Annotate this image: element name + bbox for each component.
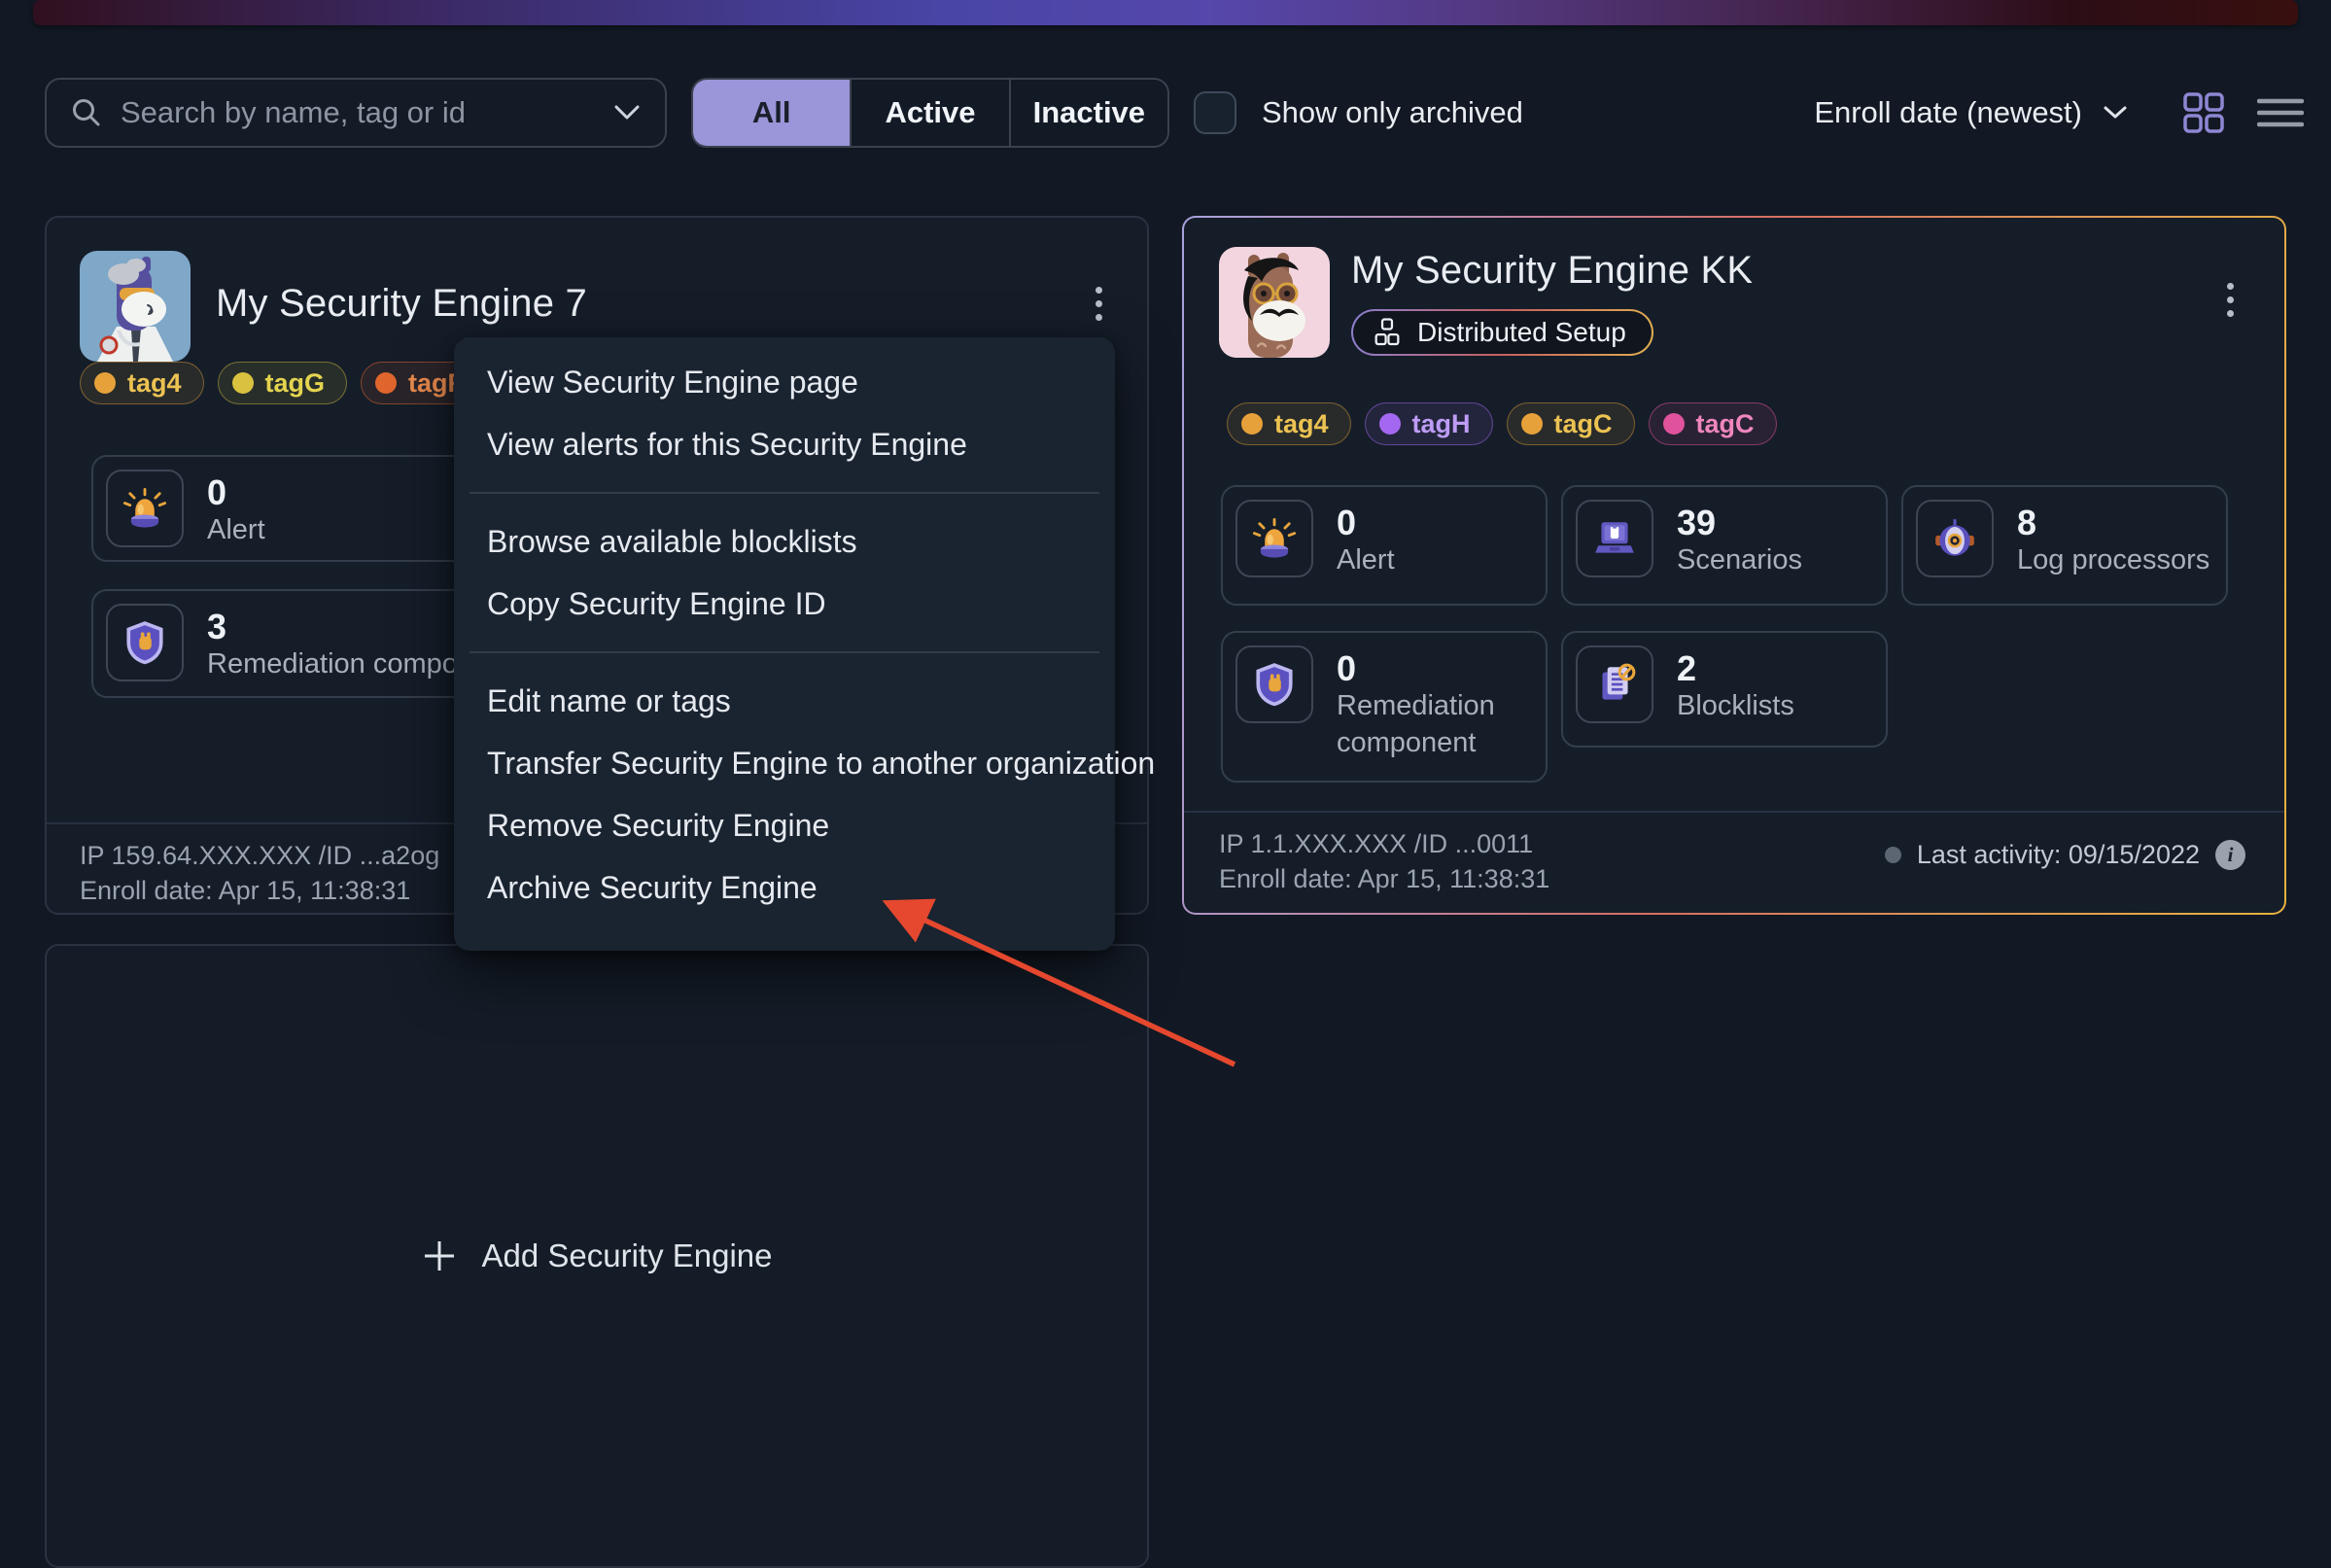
stat-value: 0 [207,472,265,512]
stat-value: 8 [2017,503,2209,542]
view-toggles [2181,78,2304,148]
engine-title: My Security Engine 7 [216,282,587,326]
menu-item-transfer-engine[interactable]: Transfer Security Engine to another orga… [454,732,1115,794]
engine-avatar [80,251,191,362]
engine-card-kk: My Security Engine KK Distributed Setup … [1182,216,2286,915]
chevron-down-icon[interactable] [612,103,642,122]
status-dot-icon [1885,847,1901,863]
info-icon[interactable]: i [2215,840,2245,870]
top-gradient-banner [33,0,2298,25]
stat-label: Blocklists [1677,688,1794,725]
menu-item-view-alerts[interactable]: View alerts for this Security Engine [454,413,1115,475]
tag-pill: tagC [1649,402,1777,445]
laptop-icon [1576,500,1653,577]
engine-menu-kebab-icon[interactable] [1077,276,1120,331]
siren-icon [106,470,184,547]
search-icon [70,96,103,129]
engine-context-menu: View Security Engine page View alerts fo… [454,337,1115,951]
tag-pill: tagH [1365,402,1493,445]
menu-item-view-engine-page[interactable]: View Security Engine page [454,351,1115,413]
plus-icon [421,1237,458,1274]
stat-label: Alert [1337,542,1395,579]
blocklist-doc-icon [1576,645,1653,723]
last-activity: Last activity: 09/15/2022 i [1885,840,2245,870]
show-archived-checkbox[interactable] [1194,91,1236,134]
stat-alerts: 0 Alert [1221,485,1548,606]
grid-view-icon[interactable] [2181,90,2226,135]
status-filter-tabs: All Active Inactive [691,78,1169,148]
enroll-date-line: Enroll date: Apr 15, 11:38:31 [1219,861,1549,896]
add-engine-button[interactable]: Add Security Engine [421,1237,772,1274]
enroll-date-line: Enroll date: Apr 15, 11:38:31 [80,873,439,908]
tag-row: tag4 tagG tagF [80,362,486,404]
siren-icon [1235,500,1313,577]
stat-blocklists: 2 Blocklists [1561,631,1888,748]
stat-label: Scenarios [1677,542,1802,579]
stat-value: 2 [1677,648,1794,688]
stat-label: Remediation component [1337,688,1521,761]
shield-icon [106,604,184,681]
card-footer-divider [1184,811,2284,813]
stat-value: 0 [1337,503,1395,542]
tab-active[interactable]: Active [852,80,1010,146]
engine-footer-info: IP 1.1.XXX.XXX /ID ...0011 Enroll date: … [1219,826,1549,896]
tag-pill: tag4 [80,362,204,404]
engine-menu-kebab-icon[interactable] [2209,272,2251,327]
stat-label: Log processors [2017,542,2209,579]
chevron-down-icon [2102,104,2129,122]
tag-pill: tag4 [1227,402,1351,445]
search-input[interactable] [121,95,595,130]
engine-title: My Security Engine KK [1351,249,1753,293]
tab-all[interactable]: All [693,80,852,146]
search-box[interactable] [45,78,667,148]
tag-pill: tagG [218,362,348,404]
stat-value: 0 [1337,648,1521,688]
sort-label: Enroll date (newest) [1814,95,2082,130]
tag-pill: tagC [1507,402,1635,445]
show-archived-label: Show only archived [1262,95,1523,130]
ip-id-line: IP 1.1.XXX.XXX /ID ...0011 [1219,826,1549,861]
shield-icon [1235,645,1313,723]
add-engine-label: Add Security Engine [481,1237,772,1274]
last-activity-label: Last activity: 09/15/2022 [1917,840,2200,870]
add-engine-card: Add Security Engine [45,944,1149,1568]
sort-dropdown[interactable]: Enroll date (newest) [1814,78,2129,148]
menu-item-archive-engine[interactable]: Archive Security Engine [454,856,1115,919]
ip-id-line: IP 159.64.XXX.XXX /ID ...a2og [80,838,439,873]
robot-icon [1916,500,1994,577]
cubes-icon [1371,316,1404,349]
menu-divider [470,492,1099,494]
tag-row: tag4 tagH tagC tagC [1227,402,1777,445]
engine-avatar [1219,247,1330,358]
stat-scenarios: 39 Scenarios [1561,485,1888,606]
stat-label: Alert [207,512,265,549]
stat-log-processors: 8 Log processors [1901,485,2228,606]
stat-value: 39 [1677,503,1802,542]
menu-item-copy-engine-id[interactable]: Copy Security Engine ID [454,573,1115,635]
show-archived-control: Show only archived [1194,78,1523,148]
badge-label: Distributed Setup [1417,317,1626,348]
engine-footer-info: IP 159.64.XXX.XXX /ID ...a2og Enroll dat… [80,838,439,908]
menu-item-browse-blocklists[interactable]: Browse available blocklists [454,510,1115,573]
stat-remediation: 0 Remediation component [1221,631,1548,783]
distributed-setup-badge: Distributed Setup [1351,309,1653,356]
tab-inactive[interactable]: Inactive [1011,80,1167,146]
menu-item-remove-engine[interactable]: Remove Security Engine [454,794,1115,856]
list-view-icon[interactable] [2257,93,2304,132]
menu-item-edit-name-tags[interactable]: Edit name or tags [454,670,1115,732]
menu-divider [470,651,1099,653]
